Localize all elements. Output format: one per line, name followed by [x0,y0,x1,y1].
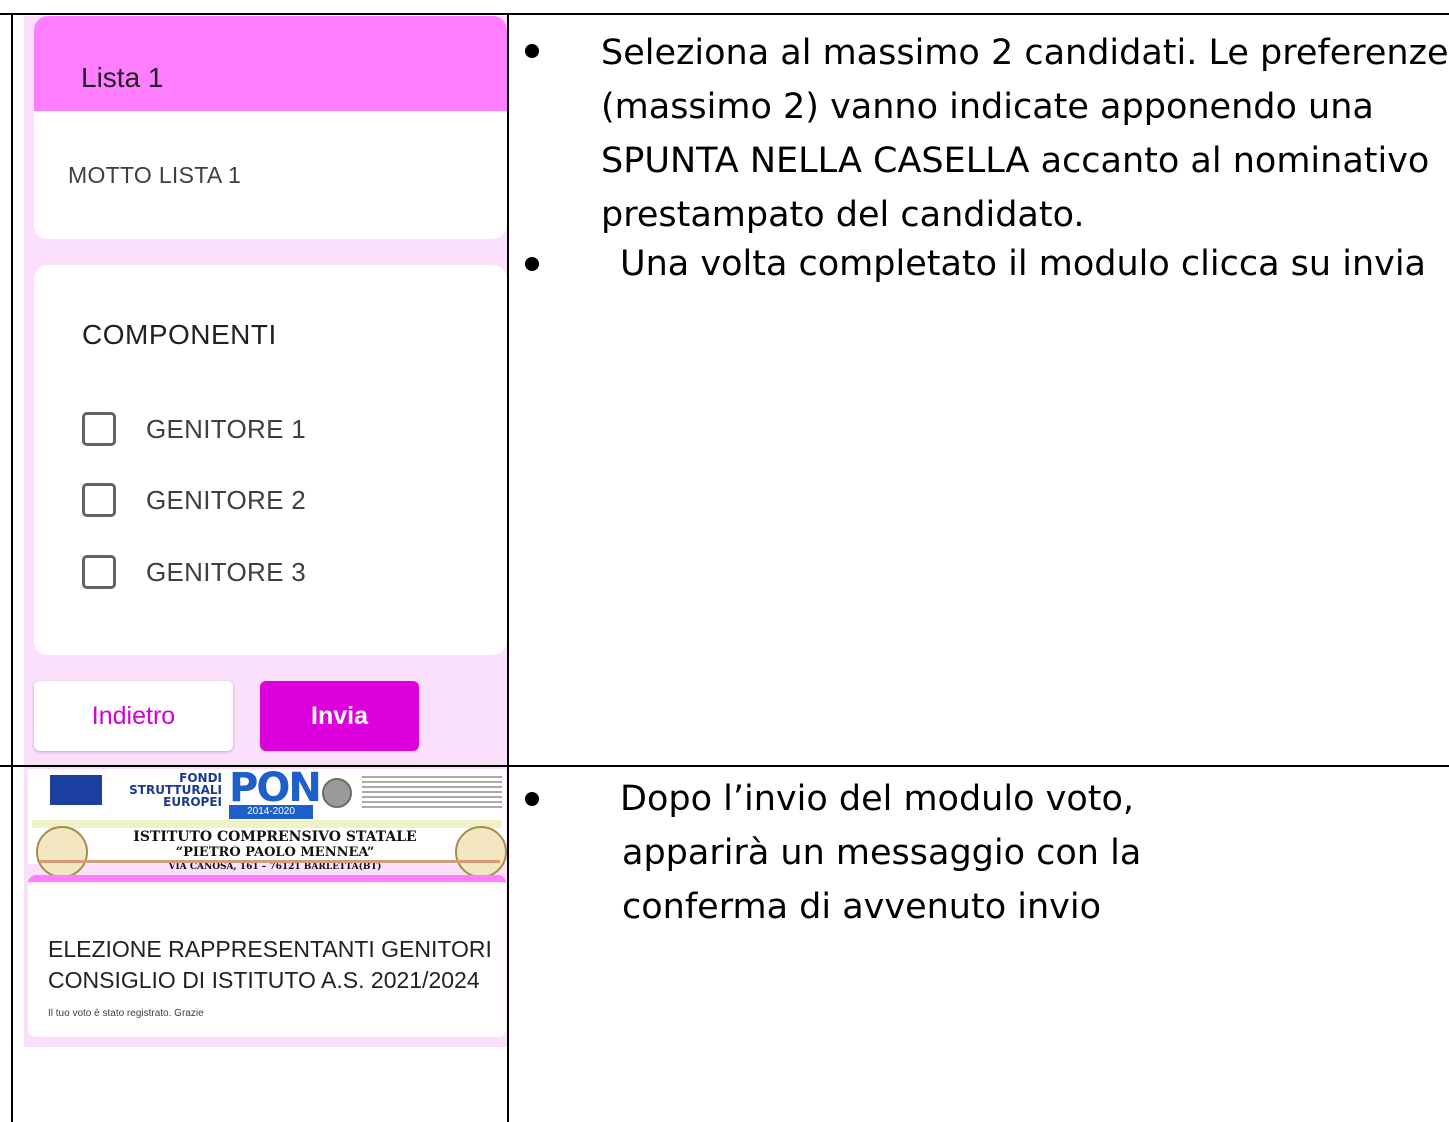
confirmation-card: ELEZIONE RAPPRESENTANTI GENITORI CONSIGL… [28,875,506,1037]
election-title: ELEZIONE RAPPRESENTANTI GENITORI CONSIGL… [48,936,492,993]
school-seal-left-icon [36,826,88,878]
table-top-border [0,13,1449,15]
table-left-border [11,13,13,1122]
bullet-icon [525,257,539,271]
components-title: COMPONENTI [82,319,277,350]
bullet-icon [525,792,539,806]
school-name: ISTITUTO COMPRENSIVO STATALE [133,829,417,845]
list-motto: MOTTO LISTA 1 [68,162,242,188]
school-address: VIA CANOSA, 161 – 76121 BARLETTA(BT) [168,862,382,872]
school-seal-right-icon [455,826,507,878]
candidate-label: GENITORE 1 [146,413,307,444]
list-title: Lista 1 [81,62,164,93]
instruction-confirmation: Dopo l’invio del modulo voto, apparirà u… [620,772,1141,934]
italian-emblem-icon [322,778,352,808]
submit-button[interactable]: Invia [260,681,419,751]
instruction-selection: Seleziona al massimo 2 candidati. Le pre… [601,26,1449,242]
instruction-line: conferma di avvenuto invio [622,887,1101,927]
checkbox[interactable] [82,412,116,446]
list-title-card: Lista 1 MOTTO LISTA 1 [34,16,507,239]
table-column-divider [507,13,509,1122]
bullet-icon [525,44,539,58]
pon-strip [32,820,502,828]
candidate-option[interactable]: GENITORE 3 [82,552,306,592]
header-divider [40,860,500,863]
back-button[interactable]: Indietro [34,681,233,751]
checkbox[interactable] [82,483,116,517]
candidate-option[interactable]: GENITORE 2 [82,480,306,520]
candidate-label: GENITORE 2 [146,484,307,515]
pon-logo: PON [229,765,322,811]
ministry-text-block [362,776,502,816]
instruction-line: Seleziona al massimo 2 candidati. Le pre… [601,33,1449,73]
school-subtitle: “PIETRO PAOLO MENNEA” [175,845,375,860]
candidate-option[interactable]: GENITORE 1 [82,409,306,449]
candidate-label: GENITORE 3 [146,556,307,587]
instruction-line: SPUNTA NELLA CASELLA accanto al nominati… [601,141,1430,181]
checkbox[interactable] [82,555,116,589]
eu-flag-icon [50,775,102,805]
fondi-strutturali-logo: FONDI STRUTTURALI EUROPEI [129,771,222,809]
instruction-line: (massimo 2) vanno indicate apponendo una [601,87,1374,127]
components-card: COMPONENTI GENITORE 1 GENITORE 2 GENITOR… [34,265,507,655]
instruction-line: prestampato del candidato. [601,195,1085,235]
instruction-line: apparirà un messaggio con la [622,833,1142,873]
confirmation-message: Il tuo voto è stato registrato. Grazie [48,1008,204,1019]
pon-years: 2014-2020 [229,805,313,819]
instruction-line: Dopo l’invio del modulo voto, [620,779,1135,819]
instruction-submit: Una volta completato il modulo clicca su… [620,244,1427,284]
